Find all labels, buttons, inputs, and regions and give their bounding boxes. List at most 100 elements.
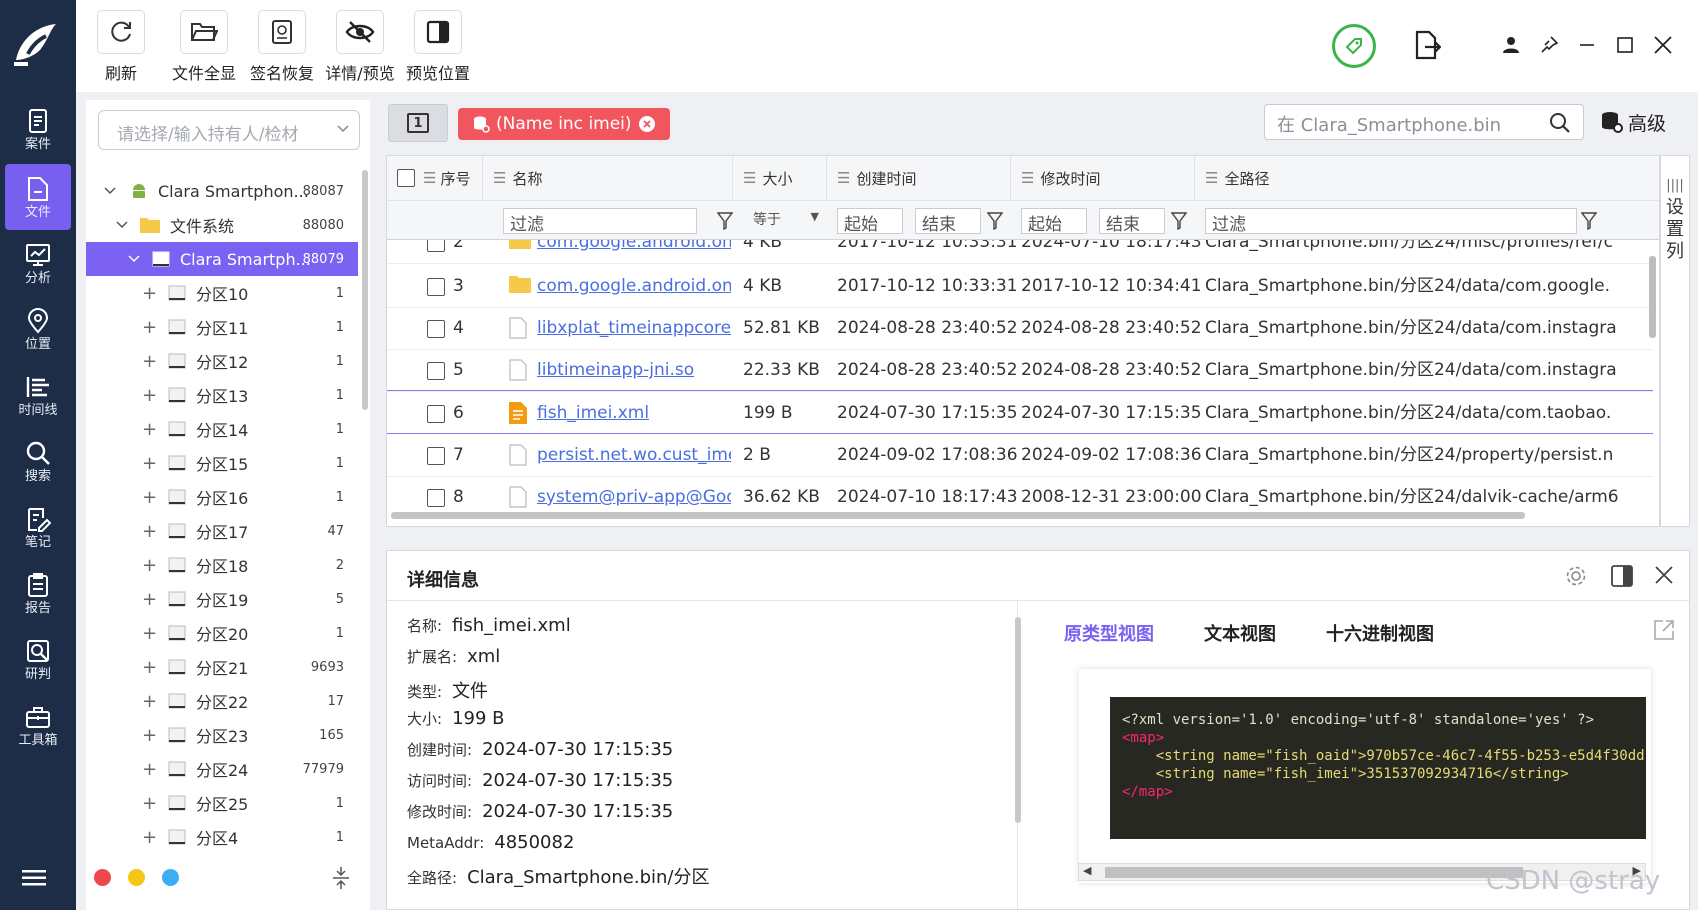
row-name-link[interactable]: com.google.android.onetim — [537, 240, 731, 264]
tree-node-partition[interactable]: + 分区22 17 — [86, 684, 358, 718]
row-checkbox[interactable] — [427, 489, 445, 507]
expand-plus-icon[interactable]: + — [142, 623, 157, 644]
modified-end-input[interactable]: 结束 — [1099, 208, 1165, 234]
nav-item-3[interactable]: 位置 — [5, 296, 71, 362]
row-name-link[interactable]: persist.net.wo.cust_imei_cp — [537, 433, 731, 477]
created-start-input[interactable]: 起始 — [837, 208, 903, 234]
close-window-button[interactable] — [1650, 32, 1676, 58]
tree-node-partition[interactable]: + 分区16 1 — [86, 480, 358, 514]
row-checkbox[interactable] — [427, 240, 445, 252]
expand-plus-icon[interactable]: + — [142, 759, 157, 780]
nav-item-4[interactable]: 时间线 — [5, 362, 71, 428]
menu-icon[interactable] — [22, 870, 46, 886]
signature-restore-button[interactable]: 签名恢复 — [237, 10, 327, 84]
tree-node-image[interactable]: Clara Smartph... 88079 — [86, 242, 358, 276]
column-header-created[interactable]: ☰ 创建时间 — [827, 156, 1011, 200]
remove-filter-icon[interactable] — [638, 115, 656, 133]
show-all-files-button[interactable]: 文件全显 — [159, 10, 249, 84]
column-header-modified[interactable]: ☰ 修改时间 — [1011, 156, 1195, 200]
tab-text-view[interactable]: 文本视图 — [1204, 620, 1276, 646]
expand-plus-icon[interactable]: + — [142, 725, 157, 746]
tree-node-partition[interactable]: + 分区13 1 — [86, 378, 358, 412]
expand-plus-icon[interactable]: + — [142, 351, 157, 372]
tree-node-partition[interactable]: + 分区15 1 — [86, 446, 358, 480]
tree-node-partition[interactable]: + 分区10 1 — [86, 276, 358, 310]
search-icon[interactable] — [1549, 112, 1571, 134]
preview-position-button[interactable]: 预览位置 — [393, 10, 483, 84]
grid-horizontal-scrollbar[interactable] — [391, 512, 1525, 519]
yellow-dot[interactable] — [128, 869, 145, 886]
tree-node-partition[interactable]: + 分区23 165 — [86, 718, 358, 752]
tab-hex-view[interactable]: 十六进制视图 — [1326, 620, 1434, 646]
row-name-link[interactable]: libtimeinapp-jni.so — [537, 348, 731, 392]
created-end-input[interactable]: 结束 — [915, 208, 981, 234]
advanced-search-button[interactable]: 高级 — [1600, 104, 1666, 140]
table-row[interactable]: 8 system@priv-app@Google 36.62 KB 2024-07-1… — [387, 475, 1653, 510]
export-button[interactable] — [1410, 28, 1444, 62]
red-dot[interactable] — [94, 869, 111, 886]
expand-plus-icon[interactable]: + — [142, 521, 157, 542]
modified-start-input[interactable]: 起始 — [1021, 208, 1087, 234]
settings-icon[interactable] — [1565, 565, 1587, 587]
collapse-all-icon[interactable] — [332, 866, 350, 890]
expand-plus-icon[interactable]: + — [142, 385, 157, 406]
tree-node-partition[interactable]: + 分区18 2 — [86, 548, 358, 582]
tree-scrollbar[interactable] — [362, 170, 368, 410]
nav-item-2[interactable]: 分析 — [5, 230, 71, 296]
nav-item-6[interactable]: 笔记 — [5, 494, 71, 560]
expand-plus-icon[interactable]: + — [142, 283, 157, 304]
expand-plus-icon[interactable]: + — [142, 793, 157, 814]
filter-icon[interactable] — [1171, 212, 1187, 230]
column-header-path[interactable]: ☰ 全路径 — [1195, 156, 1659, 200]
tree-node-partition[interactable]: + 分区14 1 — [86, 412, 358, 446]
scroll-left-icon[interactable]: ◀ — [1083, 864, 1091, 877]
row-checkbox[interactable] — [427, 447, 445, 465]
user-button[interactable] — [1498, 32, 1524, 58]
tree-node-partition[interactable]: + 分区17 47 — [86, 514, 358, 548]
table-row[interactable]: 6 fish_imei.xml 199 B 2024-07-30 17:15:35 20… — [387, 390, 1653, 434]
active-filter-tag[interactable]: (Name inc imei) — [458, 108, 670, 140]
name-filter-input[interactable]: 过滤 — [503, 208, 697, 234]
tab-native-view[interactable]: 原类型视图 — [1064, 620, 1154, 646]
detail-preview-button[interactable]: 详情/预览 — [315, 10, 405, 84]
grid-vertical-scrollbar[interactable] — [1649, 256, 1656, 338]
holder-select[interactable]: 请选择/输入持有人/检材 — [98, 110, 360, 150]
table-row[interactable]: 5 libtimeinapp-jni.so 22.33 KB 2024-08-28 2… — [387, 348, 1653, 392]
row-checkbox[interactable] — [427, 278, 445, 296]
tree-node-partition[interactable]: + 分区24 77979 — [86, 752, 358, 786]
row-checkbox[interactable] — [427, 405, 445, 423]
filter-icon[interactable] — [1581, 212, 1597, 230]
close-icon[interactable] — [1655, 566, 1673, 584]
row-checkbox[interactable] — [427, 362, 445, 380]
expand-plus-icon[interactable]: + — [142, 317, 157, 338]
row-checkbox[interactable] — [427, 320, 445, 338]
tree-node-partition[interactable]: + 分区4 1 — [86, 820, 358, 854]
filter-icon[interactable] — [987, 212, 1003, 230]
nav-item-7[interactable]: 报告 — [5, 560, 71, 626]
tree-node-filesystem[interactable]: 文件系统 88080 — [86, 208, 358, 242]
maximize-button[interactable] — [1612, 32, 1638, 58]
pin-button[interactable] — [1536, 32, 1562, 58]
open-external-icon[interactable] — [1653, 619, 1675, 641]
column-header-size[interactable]: ☰ 大小 — [733, 156, 827, 200]
scroll-thumb[interactable] — [1105, 867, 1523, 878]
nav-item-5[interactable]: 搜索 — [5, 428, 71, 494]
filter-icon[interactable] — [717, 212, 733, 230]
tree-node-partition[interactable]: + 分区11 1 — [86, 310, 358, 344]
size-operator-select[interactable]: 等于 ▼ — [747, 208, 823, 234]
panel-right-icon[interactable] — [1611, 565, 1633, 587]
refresh-button[interactable]: 刷新 — [76, 10, 166, 84]
status-tag-button[interactable] — [1332, 24, 1376, 68]
path-filter-input[interactable]: 过滤 — [1205, 208, 1577, 234]
nav-item-8[interactable]: 研判 — [5, 626, 71, 692]
nav-item-9[interactable]: 工具箱 — [5, 692, 71, 758]
row-name-link[interactable]: libxplat_timeinappcore_tim — [537, 306, 731, 350]
tree-node-partition[interactable]: + 分区25 1 — [86, 786, 358, 820]
tree-node-partition[interactable]: + 分区19 5 — [86, 582, 358, 616]
minimize-button[interactable] — [1574, 32, 1600, 58]
expand-plus-icon[interactable]: + — [142, 555, 157, 576]
tree-node-partition[interactable]: + 分区21 9693 — [86, 650, 358, 684]
tree-node-partition[interactable]: + 分区20 1 — [86, 616, 358, 650]
table-row[interactable]: 7 persist.net.wo.cust_imei_cp 2 B 2024-09-0… — [387, 433, 1653, 477]
nav-item-0[interactable]: 案件 — [5, 96, 71, 162]
